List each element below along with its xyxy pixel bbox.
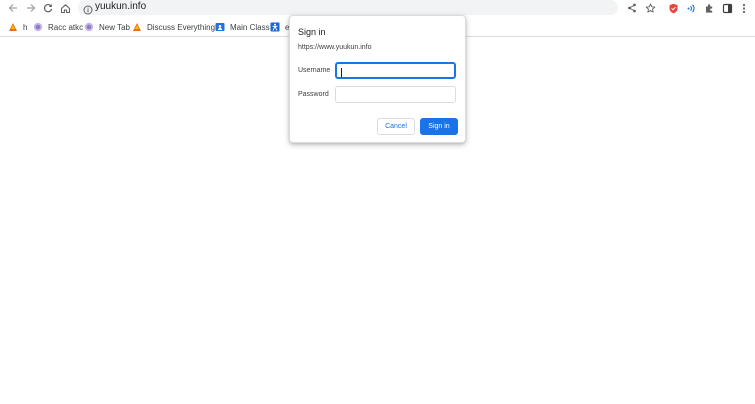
password-label: Password — [298, 91, 329, 98]
classroom-icon — [215, 22, 225, 32]
bookmark-item[interactable]: Racc atkc — [33, 20, 83, 34]
sign-in-dialog: Sign in https://www.yuukun.info Username… — [289, 15, 466, 143]
bookmark-label: Discuss Everything... — [147, 22, 222, 32]
browser-toolbar: yuukun.info — [0, 0, 755, 16]
forward-icon[interactable] — [23, 0, 39, 16]
dialog-title: Sign in — [298, 27, 326, 37]
share-icon[interactable] — [625, 1, 639, 15]
dialog-origin: https://www.yuukun.info — [298, 44, 372, 51]
bookmark-label: Racc atkc — [48, 22, 84, 32]
bookmark-label: Main Class — [230, 22, 270, 32]
more-menu-icon[interactable] — [737, 1, 751, 15]
reload-icon[interactable] — [40, 0, 56, 16]
audio-extension-icon[interactable] — [684, 1, 698, 15]
bookmark-item[interactable]: Discuss Everything... — [132, 20, 222, 34]
home-icon[interactable] — [57, 0, 73, 16]
bookmark-item[interactable]: h — [8, 20, 27, 34]
bookmark-star-icon[interactable] — [643, 1, 657, 15]
shield-extension-icon[interactable] — [666, 1, 680, 15]
bookmark-item[interactable]: New Tab — [84, 20, 130, 34]
bookmark-item[interactable]: e — [270, 20, 289, 34]
sign-in-button[interactable]: Sign in — [420, 118, 458, 135]
address-bar[interactable]: yuukun.info — [78, 0, 618, 15]
username-field[interactable] — [335, 62, 456, 79]
puzzle-extensions-icon[interactable] — [702, 1, 716, 15]
text-caret — [341, 68, 342, 77]
bookmark-item[interactable]: Main Class — [215, 20, 270, 34]
url-text[interactable]: yuukun.info — [95, 1, 146, 12]
back-icon[interactable] — [5, 0, 21, 16]
accessibility-icon — [270, 22, 280, 32]
orange-leaf-icon — [8, 22, 18, 32]
side-panel-icon[interactable] — [720, 1, 734, 15]
bookmark-label: New Tab — [99, 22, 130, 32]
password-field[interactable] — [335, 86, 456, 103]
globe-icon — [33, 22, 43, 32]
orange-leaf-icon — [132, 22, 142, 32]
cancel-button[interactable]: Cancel — [377, 118, 415, 135]
bookmark-label: h — [23, 22, 28, 32]
username-label: Username — [298, 67, 331, 74]
globe-icon — [84, 22, 94, 32]
